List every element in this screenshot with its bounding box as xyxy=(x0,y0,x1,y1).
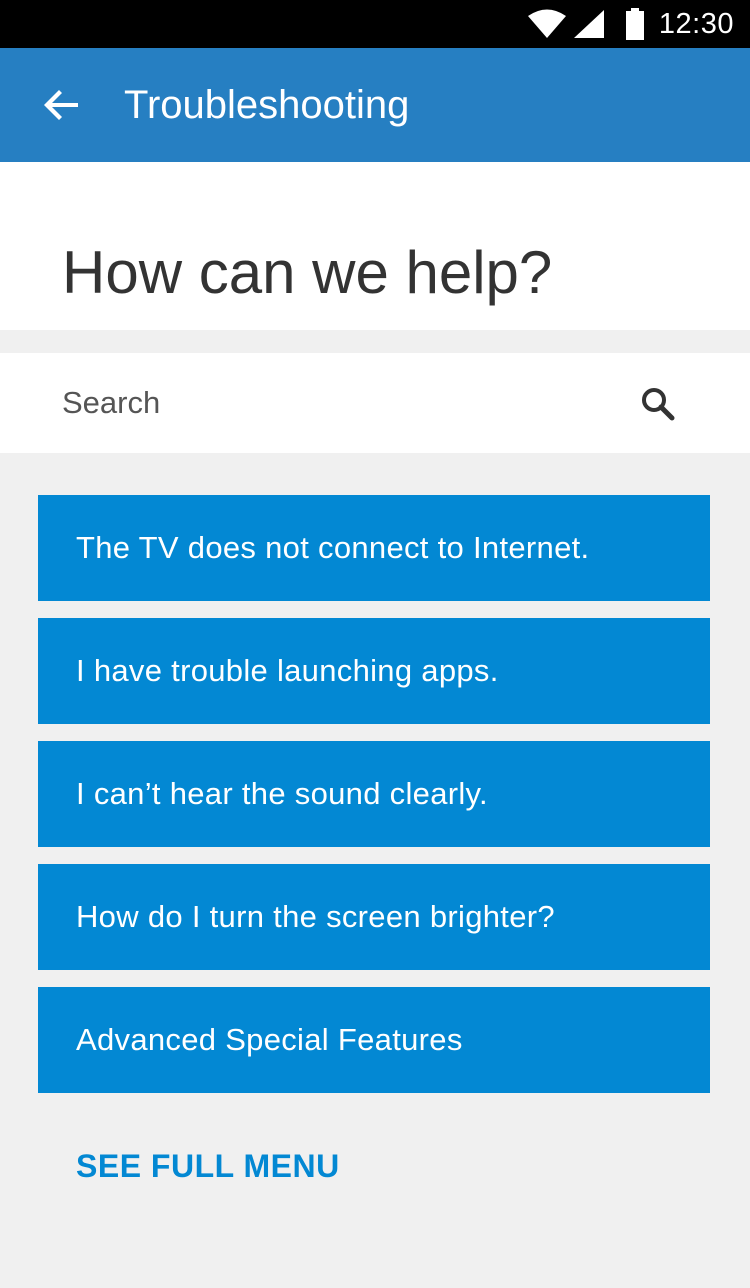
app-title: Troubleshooting xyxy=(124,83,410,127)
topic-button-launching-apps[interactable]: I have trouble launching apps. xyxy=(38,618,710,724)
topic-button-advanced-features[interactable]: Advanced Special Features xyxy=(38,987,710,1093)
see-full-menu-link[interactable]: SEE FULL MENU xyxy=(76,1148,340,1185)
page-title: How can we help? xyxy=(62,239,553,306)
status-time: 12:30 xyxy=(658,7,734,40)
search-icon[interactable] xyxy=(638,384,678,424)
topic-button-sound[interactable]: I can’t hear the sound clearly. xyxy=(38,741,710,847)
topic-button-internet[interactable]: The TV does not connect to Internet. xyxy=(38,495,710,601)
arrow-left-icon xyxy=(44,90,78,120)
battery-icon xyxy=(625,8,644,40)
header-block: How can we help? xyxy=(0,162,750,330)
back-button[interactable] xyxy=(40,83,84,127)
signal-icon xyxy=(573,10,604,38)
app-bar: Troubleshooting xyxy=(0,48,750,162)
topic-button-brightness[interactable]: How do I turn the screen brighter? xyxy=(38,864,710,970)
status-icons: 12:30 xyxy=(527,0,734,48)
wifi-icon xyxy=(527,9,566,38)
topic-list: The TV does not connect to Internet. I h… xyxy=(38,495,710,1110)
search-input[interactable] xyxy=(62,383,602,423)
status-bar: 12:30 xyxy=(0,0,750,48)
